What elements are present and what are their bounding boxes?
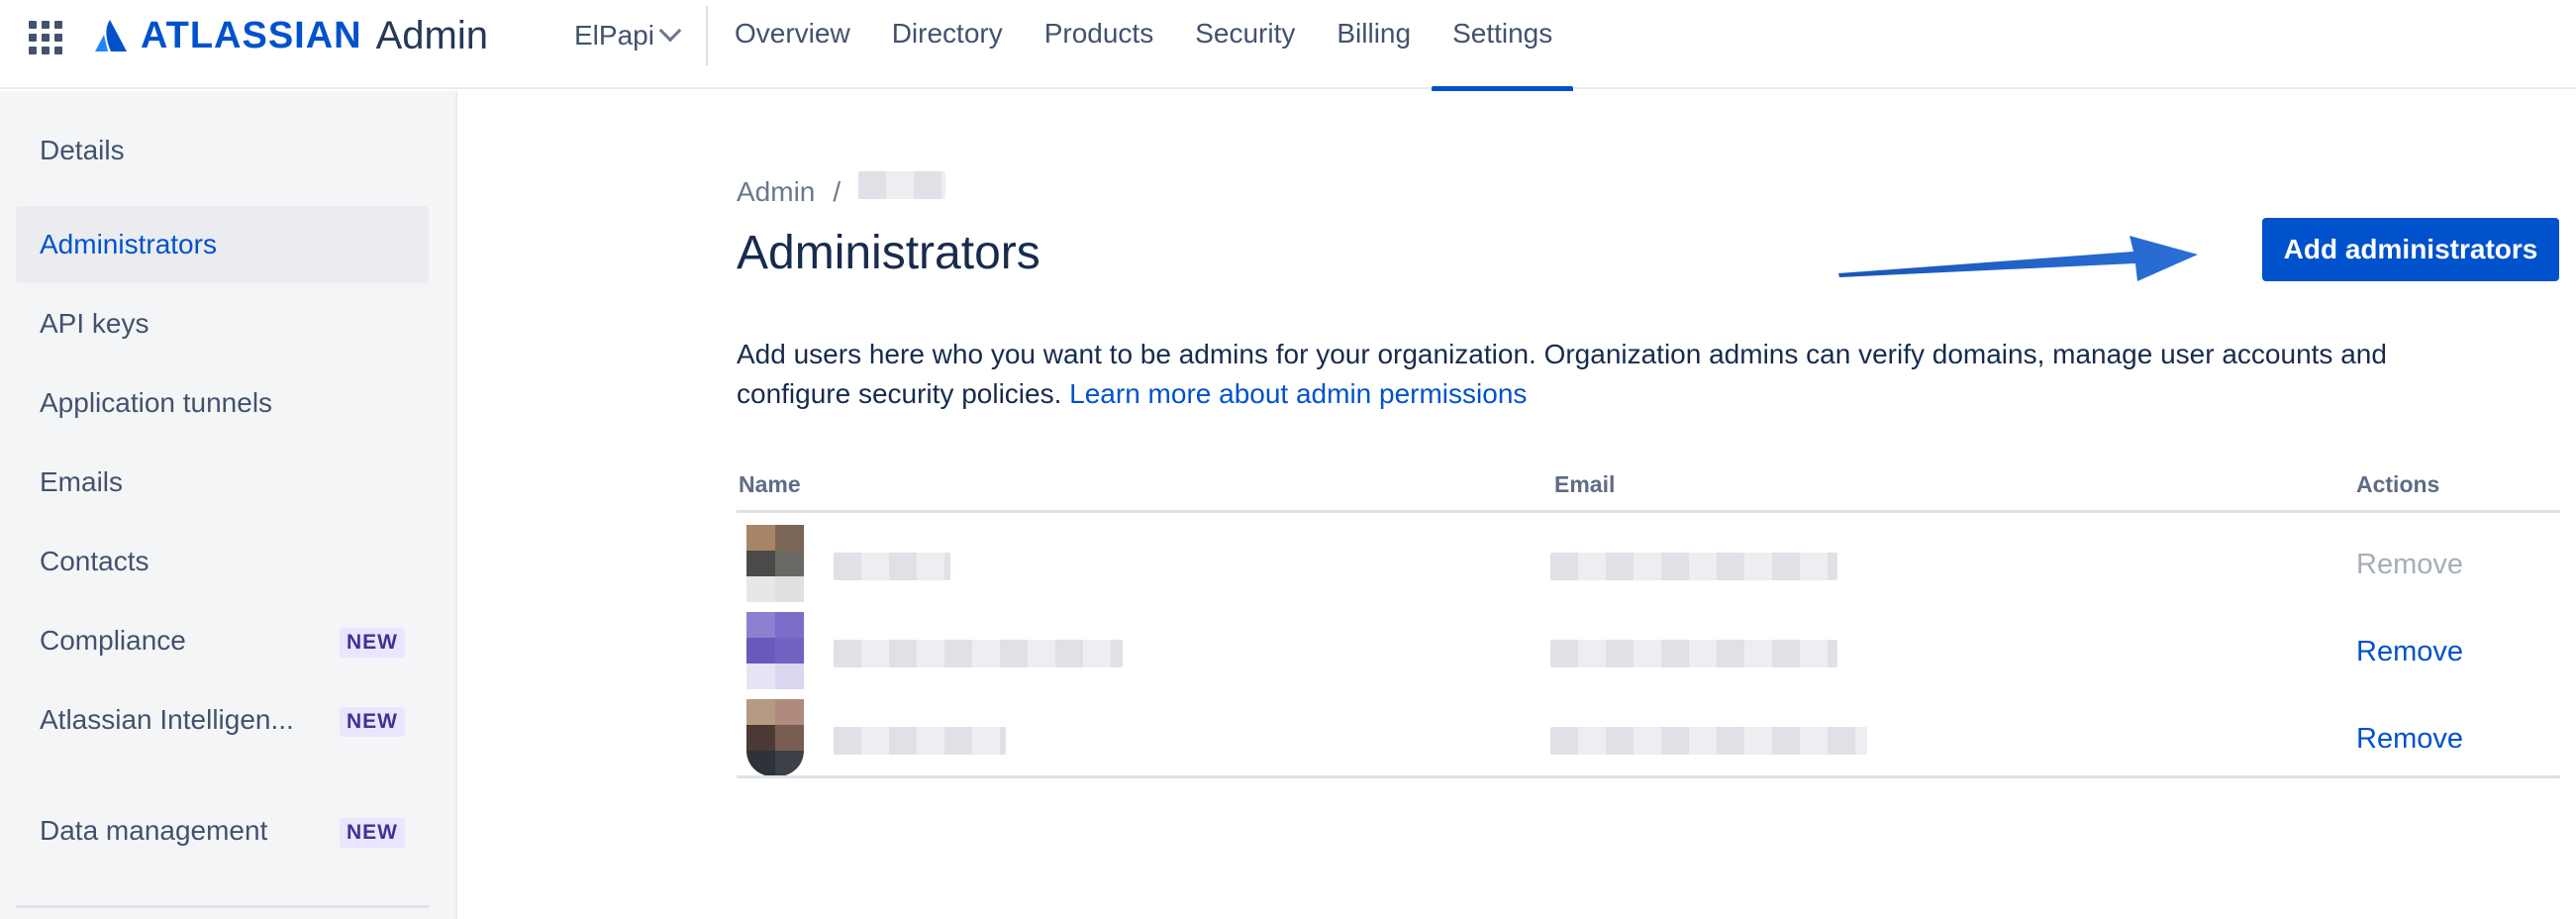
administrators-table: Name Email Actions Remove Remove Remove <box>737 471 2560 786</box>
sidebar-item-details[interactable]: Details <box>16 112 429 189</box>
column-header-name: Name <box>739 471 801 497</box>
new-badge: NEW <box>340 818 405 848</box>
nav-tabs: Overview Directory Products Security Bil… <box>735 0 1574 91</box>
brand-name: ATLASSIAN <box>141 14 362 56</box>
sidebar-item-contacts[interactable]: Contacts <box>16 523 429 600</box>
nav-divider <box>706 6 708 65</box>
table-row: Remove <box>737 699 2560 786</box>
breadcrumb-admin-link[interactable]: Admin <box>737 176 815 208</box>
table-row: Remove <box>737 612 2560 699</box>
table-header: Name Email Actions <box>737 471 2560 513</box>
sidebar-item-data-management[interactable]: Data management NEW <box>16 792 429 869</box>
column-header-email: Email <box>1554 471 1616 497</box>
description-text: Add users here who you want to be admins… <box>737 339 2387 409</box>
atlassian-admin-logo[interactable]: ATLASSIAN Admin <box>93 14 488 57</box>
app-switcher-icon[interactable] <box>26 18 63 55</box>
sidebar-item-administrators[interactable]: Administrators <box>16 206 429 283</box>
sidebar-item-label: Emails <box>40 466 124 497</box>
new-badge: NEW <box>340 707 405 737</box>
tab-billing[interactable]: Billing <box>1316 0 1432 89</box>
atlassian-logo-icon <box>95 20 127 51</box>
sidebar-item-label: Administrators <box>40 229 217 259</box>
column-header-actions: Actions <box>2356 471 2440 497</box>
admin-email-redacted <box>1550 553 1837 580</box>
table-bottom-border <box>737 775 2560 778</box>
avatar <box>746 525 804 602</box>
sidebar-item-compliance[interactable]: Compliance NEW <box>16 602 429 679</box>
org-switcher[interactable]: ElPapi <box>574 18 682 53</box>
page-description: Add users here who you want to be admins… <box>737 335 2479 414</box>
sidebar-item-label: Data management <box>40 815 268 846</box>
sidebar-main: Details Administrators API keys Applicat… <box>0 91 457 919</box>
remove-button[interactable]: Remove <box>2356 723 2463 756</box>
sidebar-item-label: Details <box>40 135 125 165</box>
add-administrators-button[interactable]: Add administrators <box>2262 218 2559 281</box>
admin-email-redacted <box>1550 727 1867 755</box>
table-row: Remove <box>737 525 2560 612</box>
sidebar-item-emails[interactable]: Emails <box>16 444 429 521</box>
avatar <box>746 612 804 689</box>
tab-directory[interactable]: Directory <box>871 0 1024 89</box>
sidebar-item-atlassian-intelligence[interactable]: Atlassian Intelligen... NEW <box>16 681 429 759</box>
product-name: Admin <box>375 13 489 57</box>
admin-name-redacted <box>834 553 950 580</box>
admin-name-redacted <box>834 727 1006 755</box>
page-title: Administrators <box>737 227 1040 279</box>
admin-email-redacted <box>1550 640 1837 667</box>
sidebar-item-label: Contacts <box>40 546 149 576</box>
sidebar-item-label: Atlassian Intelligen... <box>40 704 294 735</box>
sidebar-divider <box>16 905 429 908</box>
new-badge: NEW <box>340 628 405 658</box>
breadcrumb-org-redacted[interactable] <box>858 171 946 199</box>
sidebar-item-label: API keys <box>40 308 149 339</box>
avatar <box>746 699 804 776</box>
admin-name-redacted <box>834 640 1123 667</box>
tab-settings[interactable]: Settings <box>1432 0 1574 91</box>
tab-overview[interactable]: Overview <box>735 0 871 89</box>
chevron-down-icon <box>658 19 682 43</box>
breadcrumb-separator: / <box>833 176 842 207</box>
sidebar-item-label: Compliance <box>40 625 186 656</box>
tab-security[interactable]: Security <box>1174 0 1316 89</box>
arrow-annotation-icon <box>1838 236 2198 281</box>
top-navigation: ATLASSIAN Admin ElPapi Overview Director… <box>0 0 2576 91</box>
remove-button[interactable]: Remove <box>2356 549 2463 581</box>
remove-button[interactable]: Remove <box>2356 636 2463 668</box>
sidebar-item-application-tunnels[interactable]: Application tunnels <box>16 364 429 442</box>
learn-more-link[interactable]: Learn more about admin permissions <box>1069 378 1527 409</box>
org-name: ElPapi <box>574 20 654 51</box>
breadcrumb: Admin / <box>737 171 946 208</box>
sidebar-item-api-keys[interactable]: API keys <box>16 285 429 362</box>
tab-products[interactable]: Products <box>1024 0 1175 89</box>
sidebar-item-label: Application tunnels <box>40 387 273 418</box>
